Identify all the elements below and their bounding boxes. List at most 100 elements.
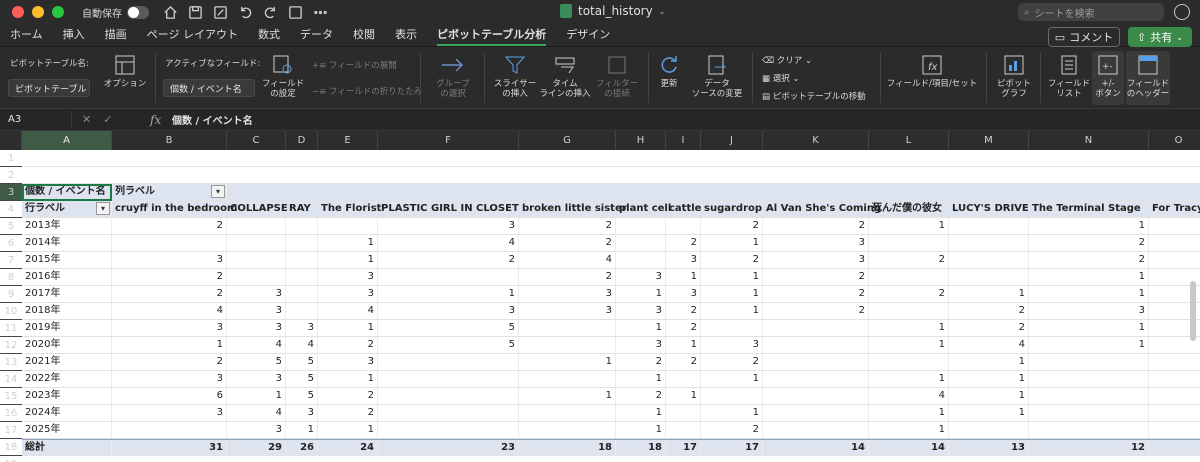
column-header-m[interactable]: M <box>949 131 1029 150</box>
row-label-cell[interactable]: 2018年 <box>22 303 112 319</box>
value-cell[interactable]: 2 <box>701 354 763 370</box>
value-cell[interactable] <box>616 235 666 251</box>
grand-total-cell[interactable]: 29 <box>227 440 286 456</box>
fx-icon[interactable]: fx <box>150 113 172 127</box>
row-header-2[interactable]: 2 <box>0 167 22 184</box>
sheet-search-input[interactable]: ⌕ シートを検索 <box>1018 3 1164 21</box>
value-cell[interactable] <box>112 235 227 251</box>
value-cell[interactable]: 1 <box>701 235 763 251</box>
value-cell[interactable] <box>869 235 949 251</box>
value-cell[interactable] <box>1149 218 1200 234</box>
value-cell[interactable] <box>763 405 869 421</box>
column-filter-button[interactable]: ▾ <box>211 185 225 198</box>
value-cell[interactable] <box>949 269 1029 285</box>
change-data-source-button[interactable]: データ ソースの変更 <box>690 53 744 99</box>
value-cell[interactable]: 2 <box>519 269 616 285</box>
value-cell[interactable]: 2 <box>763 286 869 302</box>
column-label-cell[interactable]: COLLAPSE <box>227 201 288 217</box>
column-header-e[interactable]: E <box>318 131 378 150</box>
field-list-button[interactable]: フィールド リスト <box>1046 53 1092 99</box>
grand-total-cell[interactable]: 13 <box>949 440 1029 456</box>
column-label-cell[interactable]: cruyff in the bedroom <box>112 201 237 217</box>
column-header-i[interactable]: I <box>666 131 701 150</box>
row-header-3[interactable]: 3 <box>0 184 22 201</box>
tab-1[interactable]: 挿入 <box>53 24 95 46</box>
vertical-scrollbar[interactable] <box>1190 281 1196 341</box>
value-cell[interactable]: 1 <box>869 320 949 336</box>
value-cell[interactable]: 3 <box>378 218 519 234</box>
value-cell[interactable]: 2 <box>616 388 666 404</box>
value-cell[interactable]: 3 <box>227 371 286 387</box>
row-header-1[interactable]: 1 <box>0 150 22 167</box>
value-cell[interactable] <box>1029 422 1149 438</box>
tab-4[interactable]: 数式 <box>248 24 290 46</box>
value-cell[interactable] <box>227 235 286 251</box>
value-cell[interactable]: 3 <box>112 320 227 336</box>
value-cell[interactable] <box>666 405 701 421</box>
value-cell[interactable] <box>286 252 318 268</box>
value-cell[interactable]: 4 <box>318 303 378 319</box>
value-cell[interactable]: 3 <box>227 286 286 302</box>
grand-total-cell[interactable]: 24 <box>318 440 378 456</box>
value-cell[interactable]: 4 <box>112 303 227 319</box>
name-box[interactable]: A3 <box>2 110 72 129</box>
row-header-6[interactable]: 6 <box>0 235 22 252</box>
row-header-17[interactable]: 17 <box>0 422 22 439</box>
value-cell[interactable] <box>616 218 666 234</box>
row-header-8[interactable]: 8 <box>0 269 22 286</box>
column-header-l[interactable]: L <box>869 131 949 150</box>
home-icon[interactable] <box>163 5 178 20</box>
value-cell[interactable] <box>519 337 616 353</box>
value-cell[interactable]: 1 <box>666 337 701 353</box>
value-cell[interactable]: 1 <box>869 218 949 234</box>
grand-total-cell[interactable]: 31 <box>112 440 227 456</box>
move-pivot-button[interactable]: ▤ ピボットテーブルの移動 <box>762 90 866 102</box>
value-cell[interactable] <box>1149 371 1200 387</box>
clear-button[interactable]: ⌫ クリア ⌄ <box>762 54 812 66</box>
column-header-k[interactable]: K <box>763 131 869 150</box>
plus-minus-buttons-toggle[interactable]: +- +/- ボタン <box>1092 51 1124 105</box>
value-cell[interactable] <box>378 388 519 404</box>
field-headers-toggle[interactable]: フィールド のヘッダー <box>1126 51 1170 105</box>
value-cell[interactable]: 2 <box>666 320 701 336</box>
value-cell[interactable] <box>869 269 949 285</box>
column-label-cell[interactable]: The Terminal Stage <box>1029 201 1149 217</box>
grand-total-cell[interactable] <box>1149 440 1200 456</box>
column-label-cell[interactable]: broken little sister <box>519 201 627 217</box>
row-header-10[interactable]: 10 <box>0 303 22 320</box>
value-cell[interactable]: 4 <box>286 337 318 353</box>
row-header-4[interactable]: 4 <box>0 201 22 218</box>
value-cell[interactable] <box>1149 235 1200 251</box>
value-cell[interactable] <box>949 235 1029 251</box>
value-cell[interactable]: 2 <box>318 337 378 353</box>
value-cell[interactable] <box>949 218 1029 234</box>
grand-total-label[interactable]: 総計 <box>22 440 112 456</box>
more-icon[interactable] <box>313 5 328 20</box>
value-cell[interactable]: 3 <box>666 286 701 302</box>
value-cell[interactable]: 1 <box>869 405 949 421</box>
value-cell[interactable]: 3 <box>318 286 378 302</box>
value-cell[interactable]: 1 <box>1029 218 1149 234</box>
edit-icon[interactable] <box>213 5 228 20</box>
value-cell[interactable]: 1 <box>112 337 227 353</box>
close-window-button[interactable] <box>12 6 24 18</box>
row-label-cell[interactable]: 2017年 <box>22 286 112 302</box>
column-header-h[interactable]: H <box>616 131 666 150</box>
value-cell[interactable] <box>1149 405 1200 421</box>
tab-5[interactable]: データ <box>290 24 343 46</box>
value-cell[interactable]: 1 <box>318 371 378 387</box>
options-button[interactable]: オプション <box>100 53 150 89</box>
value-cell[interactable]: 1 <box>701 286 763 302</box>
tab-2[interactable]: 描画 <box>95 24 137 46</box>
select-button[interactable]: ▦ 選択 ⌄ <box>762 72 800 84</box>
row-filter-button[interactable]: ▾ <box>96 202 110 215</box>
row-header-18[interactable]: 18 <box>0 439 22 456</box>
value-cell[interactable]: 2 <box>112 286 227 302</box>
row-header-16[interactable]: 16 <box>0 405 22 422</box>
filter-connections-button[interactable]: フィルター の接続 <box>590 53 644 99</box>
value-cell[interactable]: 2 <box>112 354 227 370</box>
value-cell[interactable] <box>318 218 378 234</box>
column-header-j[interactable]: J <box>701 131 763 150</box>
value-cell[interactable]: 2 <box>519 218 616 234</box>
column-label-cell[interactable]: sugardrop <box>701 201 763 217</box>
